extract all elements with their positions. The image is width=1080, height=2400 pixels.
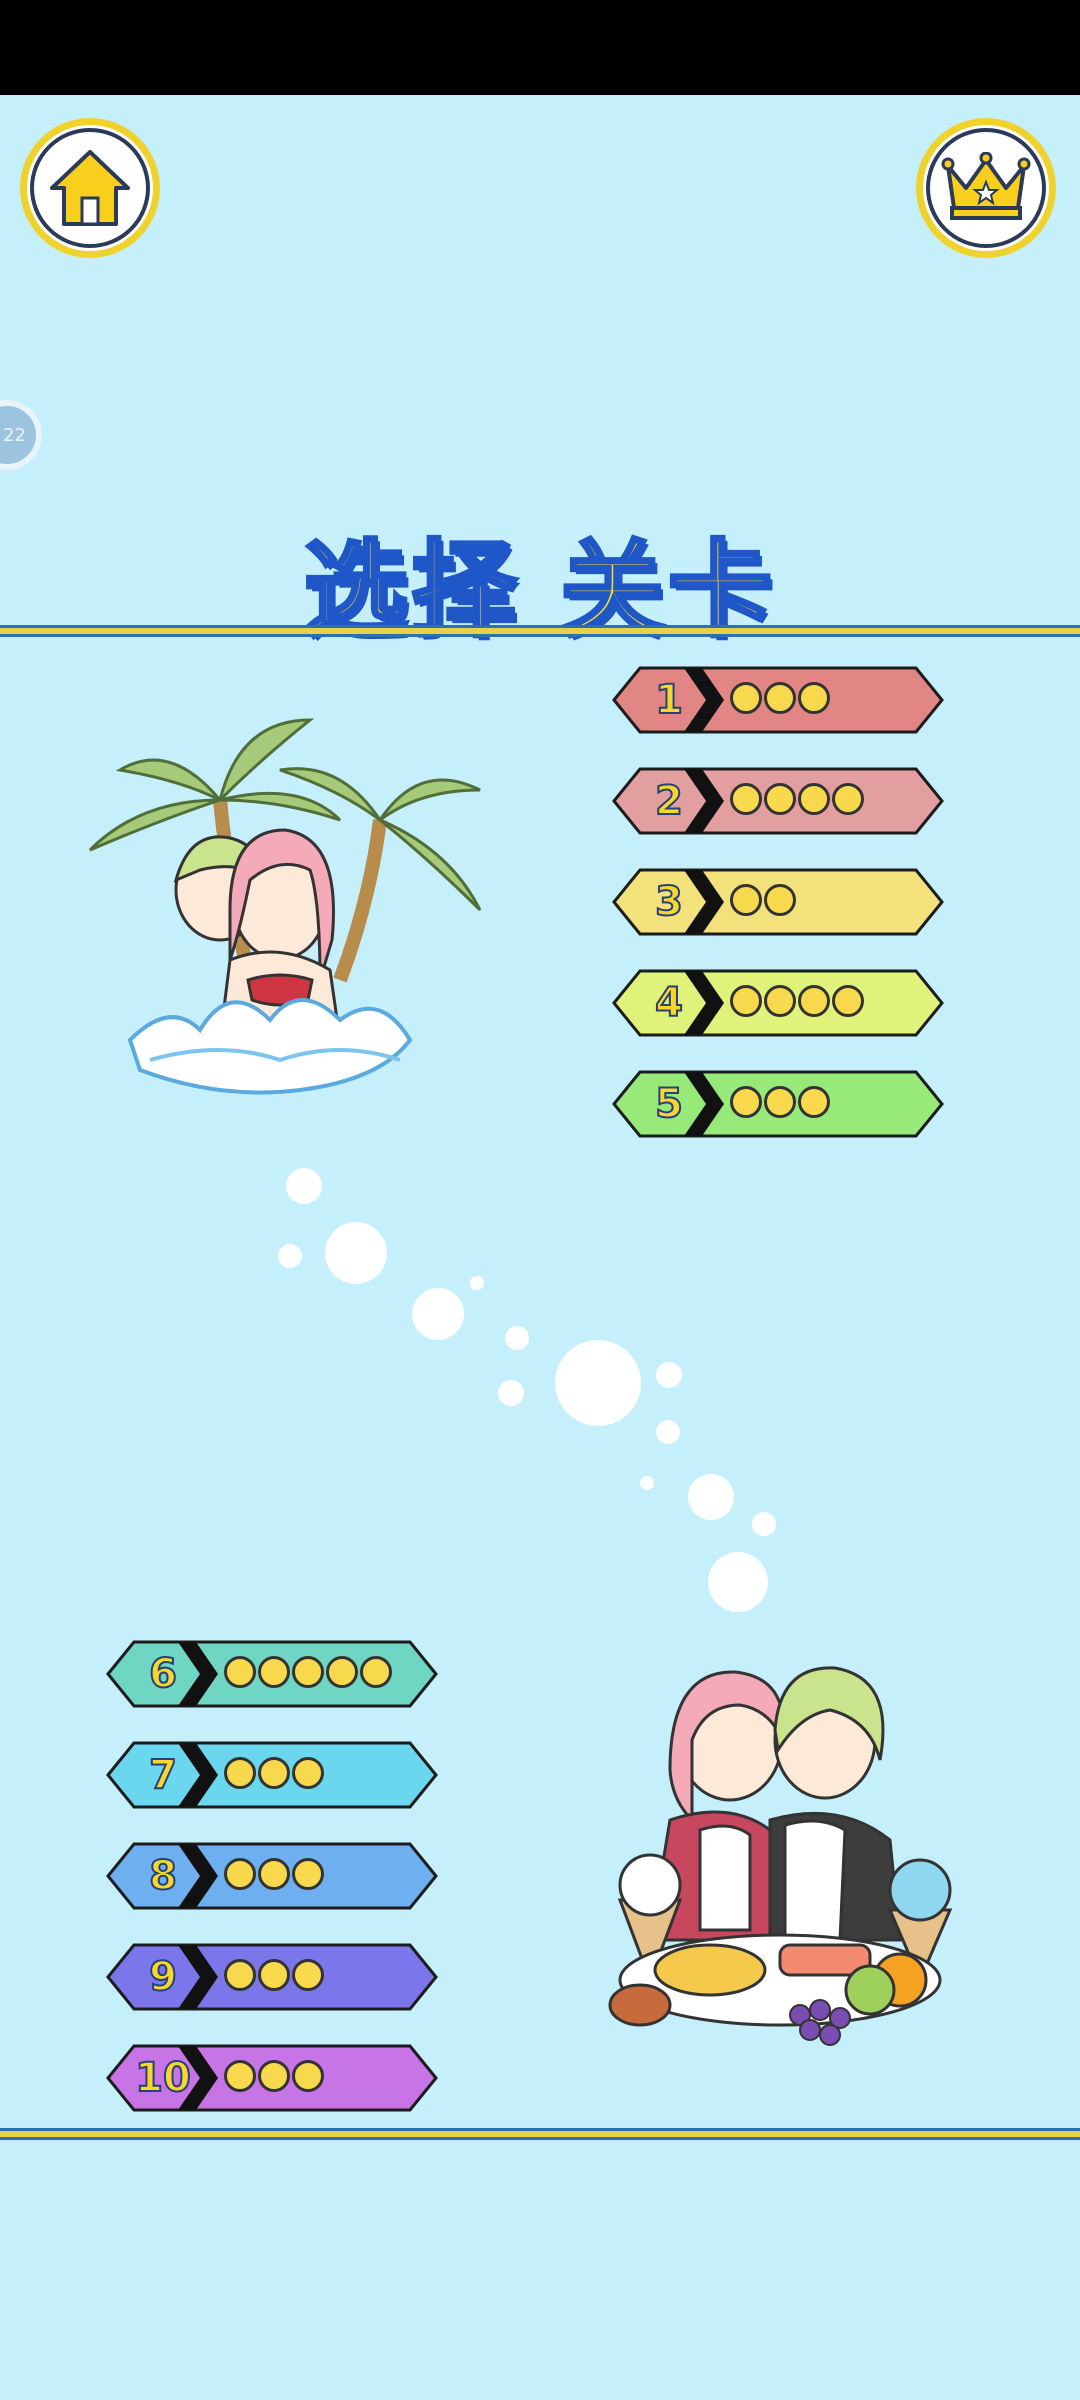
star-dot-icon (730, 1086, 762, 1118)
level-number: 1 (654, 676, 684, 724)
level-stars (224, 1656, 392, 1688)
level-number: 5 (654, 1080, 684, 1128)
side-badge[interactable]: 22 (0, 400, 42, 470)
path-bubble (555, 1340, 641, 1426)
level-number: 4 (654, 979, 684, 1027)
path-bubble (752, 1512, 776, 1536)
star-dot-icon (224, 2060, 256, 2092)
level-button-5[interactable]: 5 (612, 1070, 944, 1138)
star-dot-icon (764, 985, 796, 1017)
star-dot-icon (258, 1959, 290, 1991)
level-stars (730, 985, 864, 1017)
star-dot-icon (730, 884, 762, 916)
level-button-10[interactable]: 10 (106, 2044, 438, 2112)
level-button-1[interactable]: 1 (612, 666, 944, 734)
star-dot-icon (258, 1757, 290, 1789)
star-dot-icon (764, 783, 796, 815)
star-dot-icon (798, 985, 830, 1017)
star-dot-icon (292, 1959, 324, 1991)
level-number: 2 (654, 777, 684, 825)
star-dot-icon (764, 884, 796, 916)
star-dot-icon (798, 1086, 830, 1118)
status-bar (0, 0, 1080, 95)
top-divider (0, 625, 1080, 637)
level-number: 10 (134, 2054, 192, 2102)
level-number: 9 (148, 1953, 178, 2001)
star-dot-icon (224, 1959, 256, 1991)
star-dot-icon (798, 682, 830, 714)
home-button[interactable] (20, 118, 160, 258)
path-bubble (278, 1244, 302, 1268)
level-button-2[interactable]: 2 (612, 767, 944, 835)
star-dot-icon (258, 2060, 290, 2092)
star-dot-icon (730, 985, 762, 1017)
level-number: 6 (148, 1650, 178, 1698)
level-button-8[interactable]: 8 (106, 1842, 438, 1910)
path-bubble (325, 1222, 387, 1284)
level-number: 8 (148, 1852, 178, 1900)
beach-couple-illustration (80, 680, 500, 1124)
home-icon (30, 128, 150, 248)
star-dot-icon (224, 1656, 256, 1688)
path-bubble (688, 1474, 734, 1520)
level-stars (730, 682, 830, 714)
star-dot-icon (258, 1858, 290, 1890)
star-dot-icon (258, 1656, 290, 1688)
level-stars (730, 1086, 830, 1118)
path-bubble (498, 1380, 524, 1406)
path-bubble (286, 1168, 322, 1204)
path-bubble (656, 1362, 682, 1388)
level-number: 7 (148, 1751, 178, 1799)
path-bubble (656, 1420, 680, 1444)
star-dot-icon (798, 783, 830, 815)
level-number: 3 (654, 878, 684, 926)
level-stars (730, 884, 796, 916)
star-dot-icon (292, 2060, 324, 2092)
star-dot-icon (224, 1858, 256, 1890)
level-button-4[interactable]: 4 (612, 969, 944, 1037)
level-stars (730, 783, 864, 815)
picnic-couple-illustration (600, 1650, 980, 2064)
level-button-3[interactable]: 3 (612, 868, 944, 936)
star-dot-icon (360, 1656, 392, 1688)
crown-button[interactable] (916, 118, 1056, 258)
star-dot-icon (224, 1757, 256, 1789)
star-dot-icon (730, 783, 762, 815)
path-bubble (505, 1326, 529, 1350)
star-dot-icon (292, 1757, 324, 1789)
star-dot-icon (764, 1086, 796, 1118)
level-button-6[interactable]: 6 (106, 1640, 438, 1708)
level-stars (224, 2060, 324, 2092)
star-dot-icon (326, 1656, 358, 1688)
level-stars (224, 1757, 324, 1789)
level-button-9[interactable]: 9 (106, 1943, 438, 2011)
level-stars (224, 1858, 324, 1890)
star-dot-icon (832, 783, 864, 815)
star-dot-icon (730, 682, 762, 714)
path-bubble (412, 1288, 464, 1340)
star-dot-icon (832, 985, 864, 1017)
bottom-divider (0, 2128, 1080, 2140)
path-bubble (470, 1276, 484, 1290)
path-bubble (640, 1476, 654, 1490)
star-dot-icon (292, 1656, 324, 1688)
level-button-7[interactable]: 7 (106, 1741, 438, 1809)
path-bubble (708, 1552, 768, 1612)
star-dot-icon (764, 682, 796, 714)
star-dot-icon (292, 1858, 324, 1890)
crown-icon (926, 128, 1046, 248)
level-stars (224, 1959, 324, 1991)
